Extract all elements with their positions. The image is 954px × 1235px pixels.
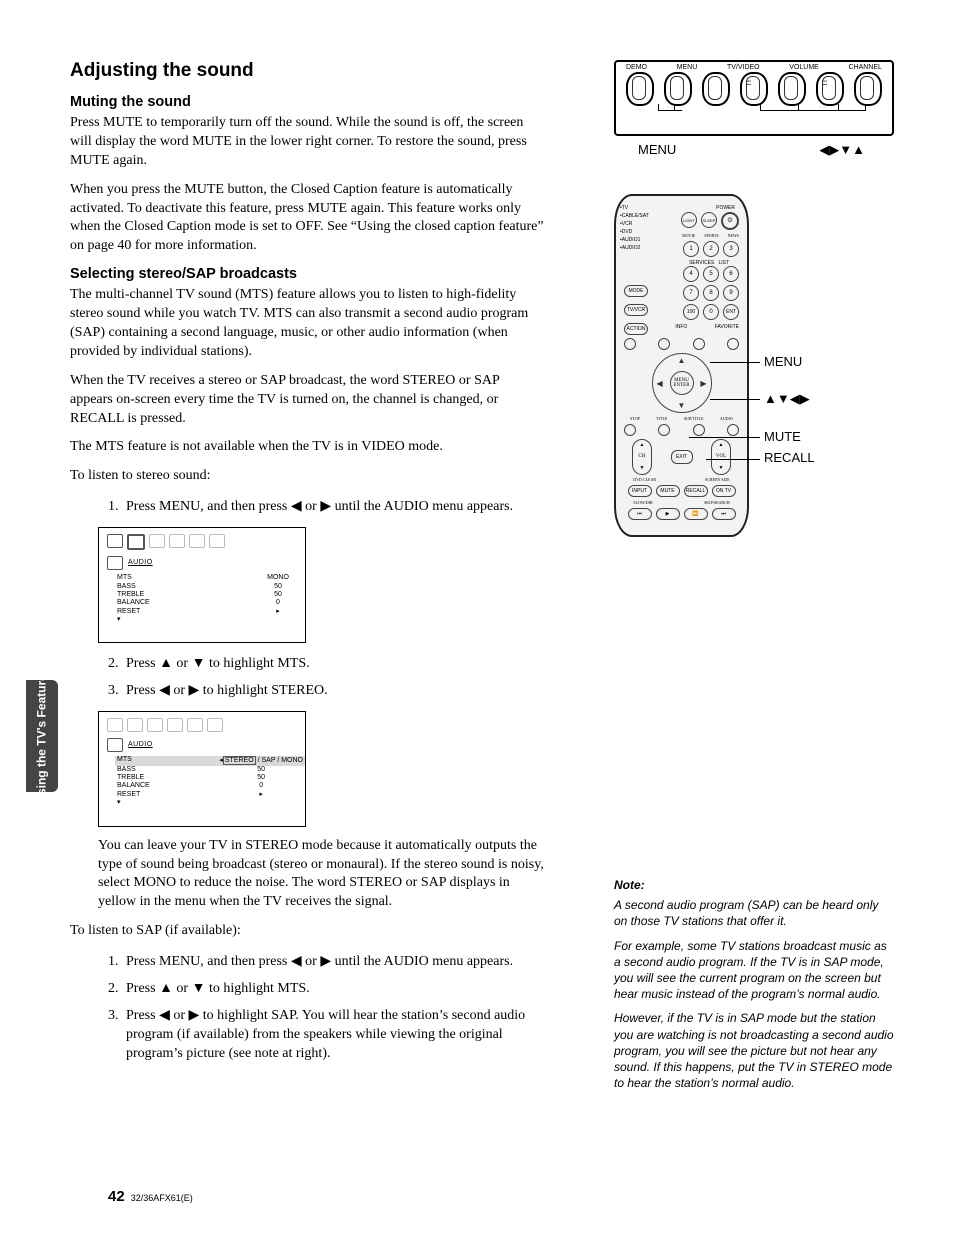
callout-recall: RECALL: [764, 450, 815, 465]
page-heading: Adjusting the sound: [70, 60, 545, 82]
subhead-muting: Muting the sound: [70, 94, 545, 110]
body-text: Press MUTE to temporarily turn off the s…: [70, 114, 545, 171]
page-footer: 4232/36AFX61(E): [108, 1188, 193, 1205]
step: Press MENU, and then press ◀ or ▶ until …: [122, 496, 545, 517]
right-arrow-icon: ▶: [189, 681, 200, 697]
body-text: To listen to stereo sound:: [70, 467, 545, 486]
callout-menu: MENU: [764, 354, 815, 369]
step: Press ▲ or ▼ to highlight MTS.: [122, 653, 545, 674]
body-text: You can leave your TV in STEREO mode bec…: [98, 837, 545, 913]
up-arrow-icon: ▲: [159, 654, 173, 670]
left-arrow-icon: ◀: [291, 952, 302, 968]
body-text: The multi-channel TV sound (MTS) feature…: [70, 286, 545, 362]
right-arrow-icon: ▶: [320, 497, 331, 513]
osd-audio-menu-stereo: AUDIO MTS◂STEREO / SAP / MONO BASS50 TRE…: [98, 711, 306, 826]
tv-front-panel: DEMO MENU TV/VIDEO VOLUME CHANNEL: [614, 60, 894, 136]
callout-arrows: ▲▼◀▶: [764, 391, 815, 407]
callout-mute: MUTE: [764, 429, 815, 444]
up-arrow-icon: ▲: [159, 979, 173, 995]
left-arrow-icon: ◀: [159, 1006, 170, 1022]
step: Press ◀ or ▶ to highlight STEREO.: [122, 680, 545, 701]
body-text: The MTS feature is not available when th…: [70, 438, 545, 457]
panel-callout-menu: MENU: [638, 142, 676, 158]
body-text: To listen to SAP (if available):: [70, 922, 545, 941]
osd-audio-menu: AUDIO MTSMONO BASS50 TREBLE50 BALANCE0 R…: [98, 527, 306, 643]
body-text: When the TV receives a stereo or SAP bro…: [70, 372, 545, 429]
step: Press ◀ or ▶ to highlight SAP. You will …: [122, 1005, 545, 1064]
left-arrow-icon: ◀: [159, 681, 170, 697]
down-arrow-icon: ▼: [192, 979, 206, 995]
body-text: When you press the MUTE button, the Clos…: [70, 181, 545, 257]
right-arrow-icon: ▶: [320, 952, 331, 968]
left-arrow-icon: ◀: [291, 497, 302, 513]
step: Press ▲ or ▼ to highlight MTS.: [122, 978, 545, 999]
step: Press MENU, and then press ◀ or ▶ until …: [122, 951, 545, 972]
panel-callout-arrows: ◀▶▼▲: [819, 142, 865, 158]
note-block: Note: A second audio program (SAP) can b…: [614, 877, 894, 1091]
right-arrow-icon: ▶: [189, 1006, 200, 1022]
subhead-mts: Selecting stereo/SAP broadcasts: [70, 266, 545, 282]
down-arrow-icon: ▼: [192, 654, 206, 670]
remote-diagram: •TV •CABLE/SAT •VCR •DVD •AUDIO1 •AUDIO2…: [614, 194, 894, 537]
